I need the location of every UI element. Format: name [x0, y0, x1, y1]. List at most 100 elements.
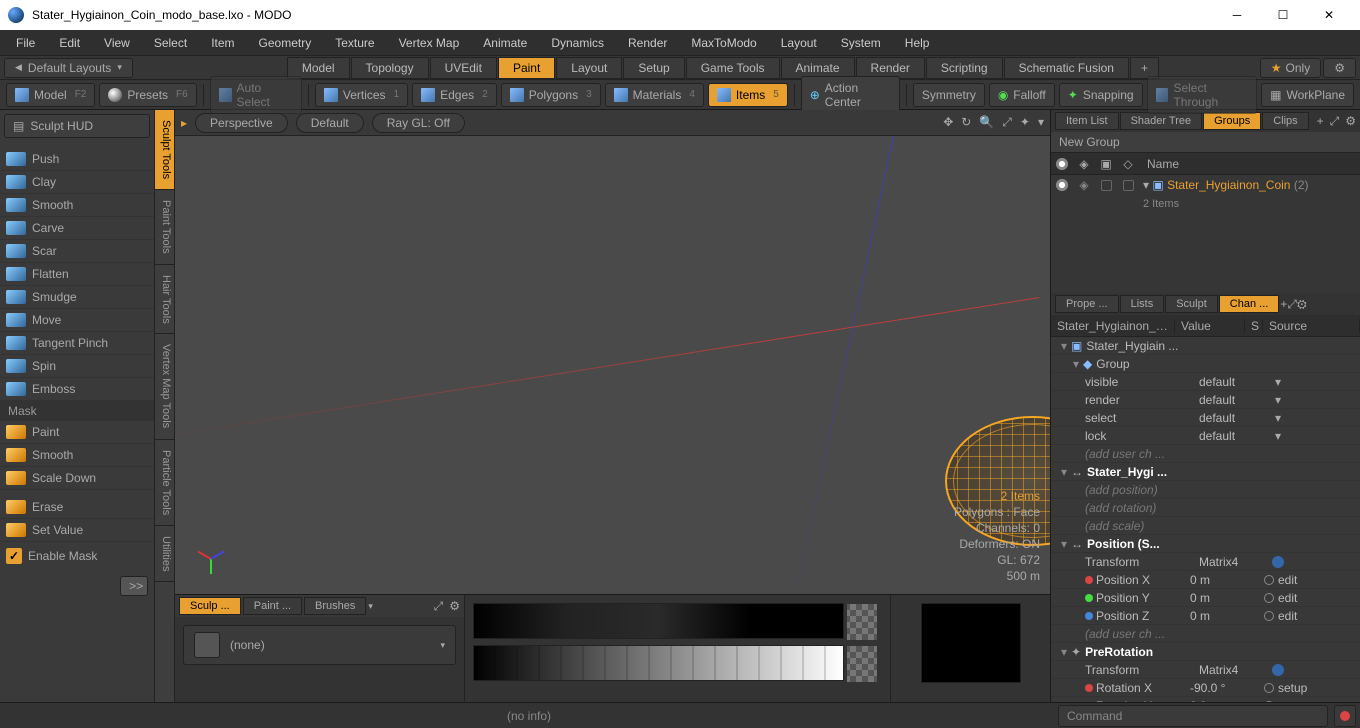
maximize-button[interactable]: ☐: [1260, 0, 1306, 30]
tool-smooth[interactable]: Smooth: [0, 194, 154, 217]
presets-button[interactable]: PresetsF6: [99, 83, 196, 107]
channel-row[interactable]: (add user ch ...: [1051, 445, 1360, 463]
channel-row[interactable]: Rotation X-90.0 °setup: [1051, 679, 1360, 697]
view-default-dropdown[interactable]: Default: [296, 113, 364, 133]
eye-icon[interactable]: [1055, 157, 1069, 171]
menu-system[interactable]: System: [831, 33, 891, 53]
layout-tab-topology[interactable]: Topology: [351, 57, 429, 79]
new-group-button[interactable]: New Group: [1051, 132, 1360, 153]
gear-icon[interactable]: ⚙: [1297, 297, 1307, 311]
mask-erase[interactable]: Erase: [0, 496, 154, 519]
menu-maxtomodo[interactable]: MaxToModo: [681, 33, 766, 53]
vtab-vertex-map-tools[interactable]: Vertex Map Tools: [155, 334, 174, 439]
add-tab-icon[interactable]: +: [1317, 114, 1324, 129]
channel-row[interactable]: ▾◆Group: [1051, 355, 1360, 373]
select-col-icon[interactable]: ◇: [1123, 157, 1132, 171]
tab-channels[interactable]: Chan ...: [1219, 295, 1280, 313]
symmetry-button[interactable]: Symmetry: [913, 83, 985, 107]
checkbox-icon[interactable]: [1101, 180, 1112, 191]
minimize-button[interactable]: ─: [1214, 0, 1260, 30]
settings-gear-button[interactable]: ⚙: [1323, 58, 1356, 78]
auto-select-button[interactable]: Auto Select: [210, 76, 302, 114]
vtab-utilities[interactable]: Utilities: [155, 526, 174, 582]
tool-clay[interactable]: Clay: [0, 171, 154, 194]
layout-tab-setup[interactable]: Setup: [623, 57, 684, 79]
enable-mask-row[interactable]: ✓ Enable Mask: [0, 542, 154, 570]
materials-button[interactable]: Materials4: [605, 83, 704, 107]
tool-scar[interactable]: Scar: [0, 240, 154, 263]
mask-set-value[interactable]: Set Value: [0, 519, 154, 542]
menu-render[interactable]: Render: [618, 33, 677, 53]
menu-dynamics[interactable]: Dynamics: [541, 33, 614, 53]
layout-tab-uvedit[interactable]: UVEdit: [430, 57, 497, 79]
disclosure-icon[interactable]: ▾: [1143, 178, 1149, 192]
menu-edit[interactable]: Edit: [49, 33, 90, 53]
axis-gizmo[interactable]: [195, 544, 225, 574]
channel-row[interactable]: (add user ch ...: [1051, 625, 1360, 643]
expand-icon[interactable]: ⤢: [434, 599, 444, 614]
vtab-paint-tools[interactable]: Paint Tools: [155, 190, 174, 265]
tab-item-list[interactable]: Item List: [1055, 112, 1119, 130]
viewport-options-icon[interactable]: ▸: [181, 116, 187, 130]
polygons-button[interactable]: Polygons3: [501, 83, 601, 107]
channel-row[interactable]: (add position): [1051, 481, 1360, 499]
only-button[interactable]: ★Only: [1260, 58, 1321, 78]
channel-row[interactable]: ▾↔Position (S...: [1051, 535, 1360, 553]
mask-paint[interactable]: Paint: [0, 421, 154, 444]
tab-shader-tree[interactable]: Shader Tree: [1120, 112, 1203, 130]
expand-icon[interactable]: ⤢: [1330, 114, 1340, 129]
fit-view-icon[interactable]: ⤢: [1002, 115, 1012, 130]
tool-push[interactable]: Push: [0, 148, 154, 171]
mask-smooth[interactable]: Smooth: [0, 444, 154, 467]
gear-icon[interactable]: ⚙: [1345, 114, 1356, 129]
channel-row[interactable]: TransformMatrix4: [1051, 661, 1360, 679]
view-perspective-dropdown[interactable]: Perspective: [195, 113, 288, 133]
sculpt-hud-button[interactable]: ▤Sculpt HUD: [4, 114, 150, 138]
channel-row[interactable]: visibledefault▾: [1051, 373, 1360, 391]
btab-paint[interactable]: Paint ...: [243, 597, 302, 615]
mask-scale-down[interactable]: Scale Down: [0, 467, 154, 490]
record-button[interactable]: [1334, 705, 1356, 727]
menu-select[interactable]: Select: [144, 33, 197, 53]
view-raygl-dropdown[interactable]: Ray GL: Off: [372, 113, 465, 133]
menu-animate[interactable]: Animate: [473, 33, 537, 53]
tab-groups[interactable]: Groups: [1203, 112, 1261, 130]
channel-row[interactable]: selectdefault▾: [1051, 409, 1360, 427]
btab-sculpt[interactable]: Sculp ...: [179, 597, 241, 615]
tab-sculpt[interactable]: Sculpt: [1165, 295, 1218, 313]
brush-preset-dropdown[interactable]: (none) ▾: [183, 625, 456, 665]
checker-swatch[interactable]: [847, 646, 877, 682]
menu-item[interactable]: Item: [201, 33, 244, 53]
channel-row[interactable]: ▾✦PreRotation: [1051, 643, 1360, 661]
group-row[interactable]: ◈ ▾ ▣ Stater_Hygiainon_Coin (2): [1051, 175, 1360, 195]
layouts-dropdown[interactable]: ◀ Default Layouts ▾: [4, 58, 133, 78]
layout-tab-paint[interactable]: Paint: [498, 57, 555, 79]
gradient-strip[interactable]: [473, 603, 844, 639]
menu-geometry[interactable]: Geometry: [249, 33, 322, 53]
channel-row[interactable]: renderdefault▾: [1051, 391, 1360, 409]
falloff-button[interactable]: ◉Falloff: [989, 83, 1055, 107]
vertices-button[interactable]: Vertices1: [315, 83, 408, 107]
rotate-view-icon[interactable]: ↻: [961, 115, 971, 130]
menu-file[interactable]: File: [6, 33, 45, 53]
checker-swatch[interactable]: [847, 604, 877, 640]
layout-tab-layout[interactable]: Layout: [556, 57, 622, 79]
eye-icon[interactable]: [1055, 178, 1069, 192]
channel-row[interactable]: ▾↔Stater_Hygi ...: [1051, 463, 1360, 481]
vtab-hair-tools[interactable]: Hair Tools: [155, 265, 174, 335]
channel-row[interactable]: Position Y0 medit: [1051, 589, 1360, 607]
channel-row[interactable]: Position X0 medit: [1051, 571, 1360, 589]
lock-col-icon[interactable]: ▣: [1100, 157, 1111, 171]
tool-smudge[interactable]: Smudge: [0, 286, 154, 309]
chevron-down-icon[interactable]: ▾: [1038, 115, 1044, 130]
expand-icon[interactable]: ⤢: [1287, 297, 1297, 311]
zoom-view-icon[interactable]: 🔍: [979, 115, 994, 130]
move-view-icon[interactable]: ✥: [943, 115, 953, 130]
channel-row[interactable]: TransformMatrix4: [1051, 553, 1360, 571]
preview-window[interactable]: [921, 603, 1021, 683]
btab-brushes[interactable]: Brushes: [304, 597, 366, 615]
chevron-down-icon[interactable]: ▾: [368, 601, 373, 612]
model-mode-button[interactable]: ModelF2: [6, 83, 95, 107]
checkbox-icon[interactable]: [1123, 180, 1134, 191]
tool-emboss[interactable]: Emboss: [0, 378, 154, 401]
